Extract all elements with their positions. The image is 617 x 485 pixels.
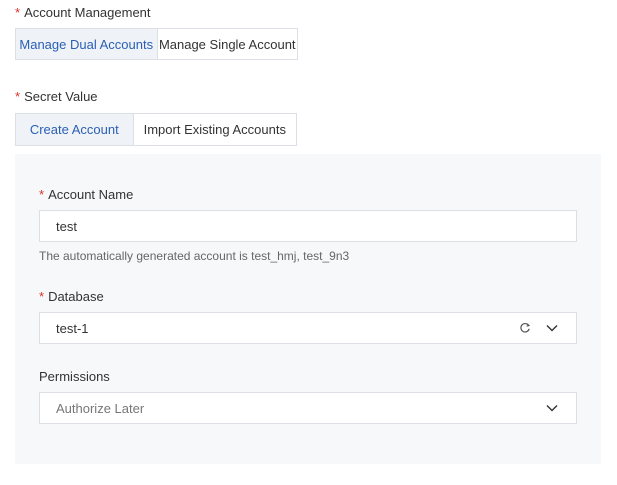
chevron-down-icon[interactable] (545, 321, 559, 335)
account-management-label: * Account Management (15, 5, 151, 21)
database-label-text: Database (48, 289, 104, 304)
database-label: * Database (39, 289, 104, 305)
account-name-label-text: Account Name (48, 187, 134, 202)
manage-single-account-button[interactable]: Manage Single Account (156, 29, 298, 59)
permissions-placeholder: Authorize Later (56, 400, 145, 416)
import-existing-accounts-tab[interactable]: Import Existing Accounts (132, 114, 296, 145)
secret-value-label-text: Secret Value (24, 89, 98, 104)
database-value: test-1 (56, 320, 89, 336)
account-name-value: test (56, 218, 77, 234)
required-mark: * (15, 5, 21, 20)
manage-dual-accounts-button[interactable]: Manage Dual Accounts (16, 29, 157, 59)
required-mark: * (15, 89, 21, 104)
permissions-select[interactable]: Authorize Later (39, 392, 577, 424)
account-form: * Account Management Manage Dual Accounts… (0, 0, 617, 485)
account-management-segmented-control: Manage Dual Accounts Manage Single Accou… (15, 28, 298, 60)
chevron-down-icon[interactable] (545, 401, 559, 415)
refresh-icon[interactable] (518, 321, 532, 335)
database-select[interactable]: test-1 (39, 312, 577, 344)
account-management-label-text: Account Management (24, 5, 151, 20)
permissions-label: Permissions (39, 369, 110, 385)
permissions-label-text: Permissions (39, 369, 110, 384)
required-mark: * (39, 187, 45, 202)
account-name-input[interactable]: test (39, 210, 577, 242)
secret-value-label: * Secret Value (15, 89, 98, 105)
secret-value-segmented-control: Create Account Import Existing Accounts (15, 113, 297, 146)
account-name-help-text: The automatically generated account is t… (39, 249, 350, 263)
create-account-tab[interactable]: Create Account (16, 114, 133, 145)
required-mark: * (39, 289, 45, 304)
account-name-label: * Account Name (39, 187, 133, 203)
